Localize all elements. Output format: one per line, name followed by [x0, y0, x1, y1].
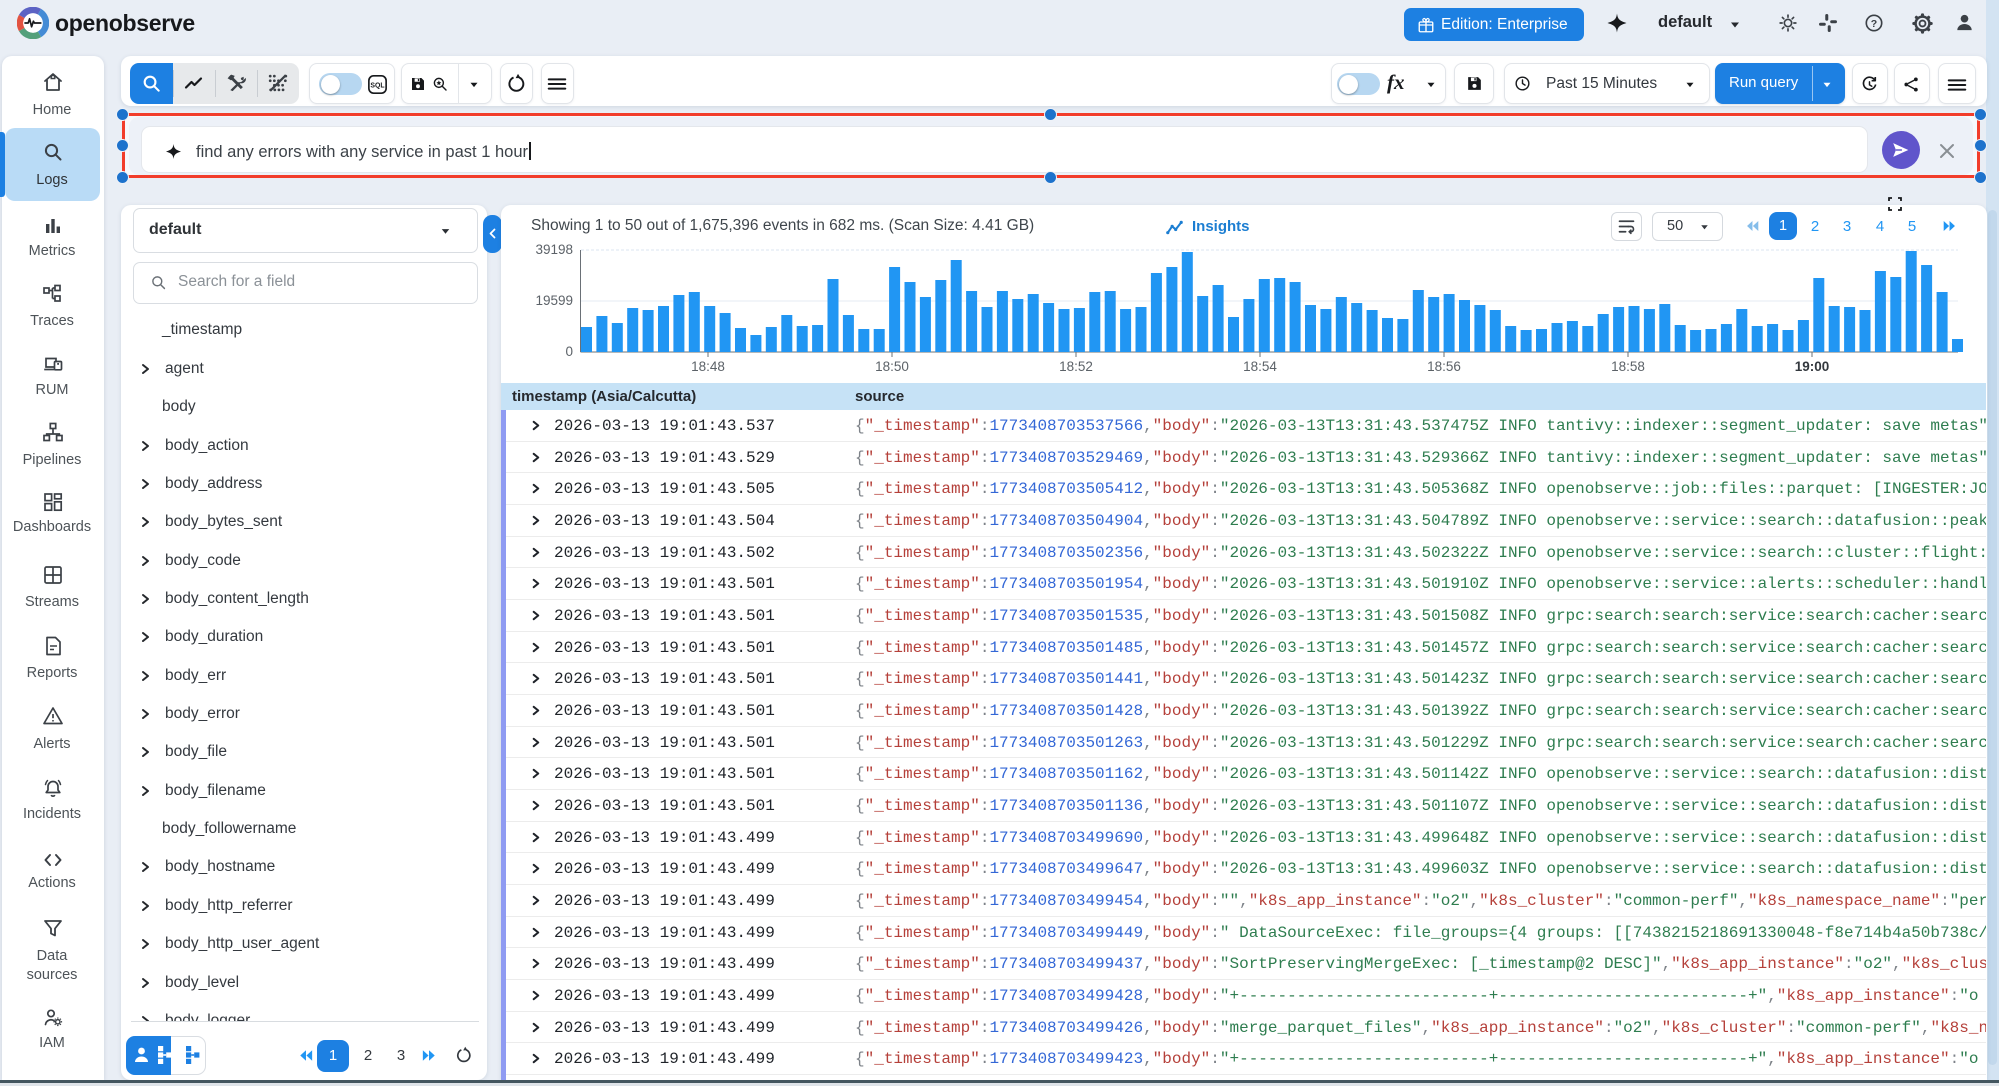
svg-text:SQL: SQL: [370, 83, 384, 90]
svg-text:?: ?: [1871, 18, 1877, 30]
